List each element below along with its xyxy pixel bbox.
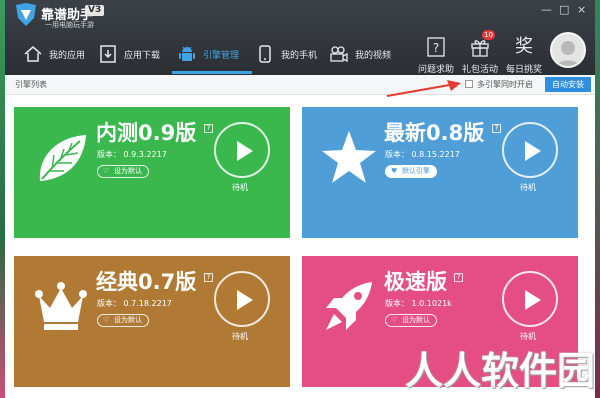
tab-app-download[interactable]: 应用下载 (98, 36, 160, 72)
multi-engine-label: 多引擎同时开启 (477, 80, 533, 89)
engine-status: 待机 (520, 183, 536, 192)
engine-list-title: 引擎列表 (15, 80, 47, 89)
set-default-button[interactable]: ♡ 设为默认 (97, 314, 149, 327)
set-default-button[interactable]: ♡ 设为默认 (385, 314, 437, 327)
start-engine-button[interactable] (502, 271, 558, 327)
svg-text:?: ? (433, 41, 439, 55)
start-engine-button[interactable] (214, 271, 270, 327)
multi-engine-checkbox[interactable] (465, 80, 473, 88)
tab-engine-manage[interactable]: 引擎管理 (177, 36, 239, 72)
engine-status: 待机 (232, 332, 248, 341)
play-icon (525, 290, 541, 310)
default-engine-badge[interactable]: ♥ 默认引擎 (385, 165, 437, 178)
start-engine-button[interactable] (502, 122, 558, 178)
engine-card-classic[interactable]: 经典0.7版 ? 版本： 0.7.18.2217 ♡ 设为默认 待机 (14, 256, 290, 387)
default-engine-label: 默认引擎 (402, 167, 430, 175)
daily-award-button[interactable]: 奖 每日挑奖 (502, 34, 546, 75)
auto-install-button[interactable]: 自动安装 (545, 77, 591, 92)
start-engine-button[interactable] (214, 122, 270, 178)
engine-version: 版本： 0.9.3.2217 (97, 150, 167, 159)
app-slogan: 一用电脑玩手游 (45, 21, 94, 29)
play-icon (237, 141, 253, 161)
help-icon[interactable]: ? (204, 124, 213, 133)
watermark: 人人软件园 (405, 349, 595, 393)
crown-icon (35, 282, 87, 330)
help-icon: ? (427, 37, 445, 57)
engine-version: 版本： 0.8.15.2217 (385, 150, 460, 159)
rocket-icon (326, 282, 372, 330)
home-icon (24, 46, 42, 62)
engine-title: 内测0.9版 (96, 121, 197, 145)
engine-list-toolbar: 引擎列表 多引擎同时开启 自动安装 (5, 75, 595, 95)
engine-status: 待机 (232, 183, 248, 192)
help-icon[interactable]: ? (204, 273, 213, 282)
heart-icon: ♡ (103, 167, 110, 175)
phone-icon (259, 45, 271, 63)
daily-award-label: 每日挑奖 (505, 65, 542, 75)
close-button[interactable]: × (577, 4, 586, 16)
gift-badge: 10 (482, 30, 495, 40)
tab-label: 应用下载 (124, 50, 161, 61)
award-icon: 奖 (515, 36, 533, 57)
tab-label: 引擎管理 (203, 50, 240, 61)
engine-title: 极速版 (384, 270, 447, 294)
engine-version: 版本： 0.7.18.2217 (97, 299, 172, 308)
engine-title: 经典0.7版 (96, 270, 197, 294)
app-logo-icon (16, 3, 36, 26)
leaf-icon (39, 135, 86, 181)
android-icon (179, 46, 195, 61)
set-default-button[interactable]: ♡ 设为默认 (97, 165, 149, 178)
minimize-button[interactable]: — (541, 4, 552, 16)
engine-version: 版本： 1.0.1021k (385, 299, 452, 308)
gift-button[interactable]: 10 礼包活动 (458, 30, 502, 75)
title-bar: 靠谱助手 V3 一用电脑玩手游 — □ × 我的应用 应用下载 引擎管理 我的手… (5, 0, 595, 75)
play-icon (237, 290, 253, 310)
star-icon (322, 131, 376, 183)
desktop-background-right (595, 0, 600, 398)
tab-my-video[interactable]: 我的视频 (329, 36, 391, 72)
tab-my-phone[interactable]: 我的手机 (255, 36, 317, 72)
heart-icon: ♥ (391, 167, 398, 175)
help-icon[interactable]: ? (492, 124, 501, 133)
maximize-button[interactable]: □ (559, 4, 569, 16)
heart-icon: ♡ (103, 316, 110, 324)
help-icon[interactable]: ? (454, 273, 463, 282)
engine-card-latest[interactable]: 最新0.8版 ? 版本： 0.8.15.2217 ♥ 默认引擎 待机 (302, 107, 578, 238)
video-camera-icon (330, 46, 348, 63)
download-icon (100, 45, 116, 63)
help-button[interactable]: ? 问题求助 (414, 34, 458, 75)
engine-title: 最新0.8版 (384, 121, 485, 145)
play-icon (525, 141, 541, 161)
tab-label: 我的视频 (355, 50, 392, 61)
tab-label: 我的应用 (49, 50, 86, 61)
tab-label: 我的手机 (281, 50, 318, 61)
help-label: 问题求助 (417, 65, 454, 75)
active-tab-indicator (172, 71, 252, 74)
annotation-arrow-icon (386, 80, 461, 97)
avatar[interactable] (550, 32, 586, 68)
tab-my-apps[interactable]: 我的应用 (23, 36, 85, 72)
version-badge: V3 (85, 5, 105, 16)
user-icon (555, 41, 581, 66)
engine-card-beta[interactable]: 内测0.9版 ? 版本： 0.9.3.2217 ♡ 设为默认 待机 (14, 107, 290, 238)
app-window: 靠谱助手 V3 一用电脑玩手游 — □ × 我的应用 应用下载 引擎管理 我的手… (5, 0, 595, 398)
set-default-label: 设为默认 (114, 167, 142, 175)
heart-icon: ♡ (391, 316, 398, 324)
gift-label: 礼包活动 (461, 65, 498, 75)
set-default-label: 设为默认 (402, 316, 430, 324)
set-default-label: 设为默认 (114, 316, 142, 324)
